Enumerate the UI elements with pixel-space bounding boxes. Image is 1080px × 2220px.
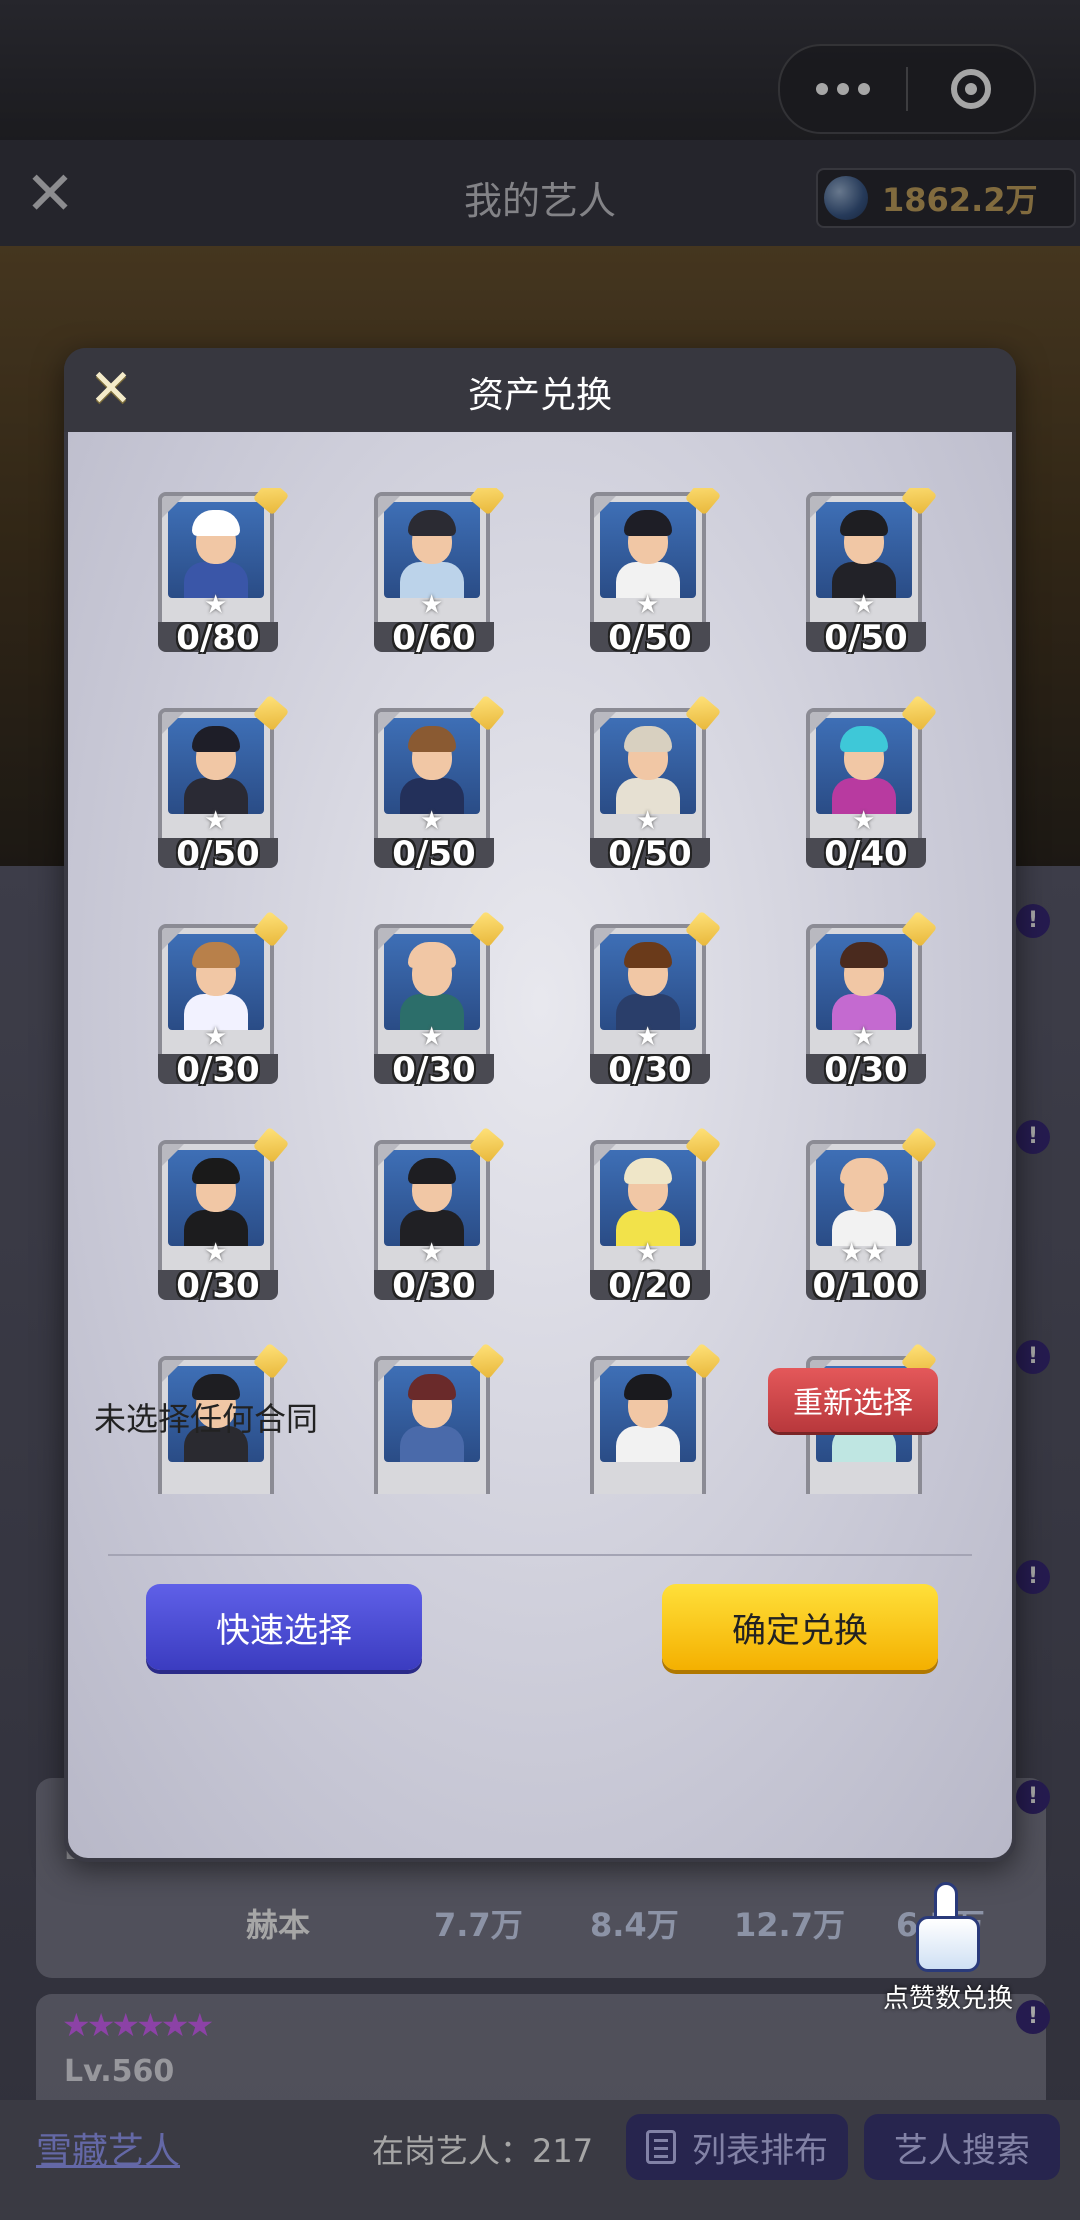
divider	[108, 1554, 972, 1556]
card-frame: ★	[806, 492, 922, 638]
star-icon: ★	[420, 1238, 444, 1268]
contract-count: 0/30	[392, 1266, 476, 1306]
thumbs-up-icon	[906, 1882, 990, 1972]
contract-card[interactable]: ★ 0/30	[802, 910, 938, 1090]
confirm-exchange-button[interactable]: 确定兑换	[662, 1584, 938, 1670]
card-frame: ★	[806, 708, 922, 854]
card-frame: ★	[806, 924, 922, 1070]
like-exchange-button[interactable]: 点赞数兑换	[876, 1882, 1020, 2018]
card-frame: ★★	[806, 1140, 922, 1286]
star-icon: ★	[636, 1238, 660, 1268]
star-icon: ★	[636, 1022, 660, 1052]
star-icon: ★	[420, 590, 444, 620]
card-frame: ★	[158, 924, 274, 1070]
card-frame: ★	[590, 492, 706, 638]
star-icon: ★	[636, 590, 660, 620]
contract-count: 0/30	[824, 1050, 908, 1090]
contract-card[interactable]: ★ 0/30	[586, 910, 722, 1090]
contract-card[interactable]: ★ 0/30	[154, 910, 290, 1090]
contract-card[interactable]	[370, 1342, 506, 1494]
contract-card[interactable]: ★★ 0/100	[802, 1126, 938, 1306]
dialog-title: 资产兑换	[467, 375, 612, 416]
star-icon: ★	[420, 806, 444, 836]
contract-count: 0/50	[392, 834, 476, 874]
contract-card[interactable]: ★ 0/40	[802, 694, 938, 874]
contract-card[interactable]: ★ 0/30	[154, 1126, 290, 1306]
contract-count: 0/20	[608, 1266, 692, 1306]
contract-count: 0/30	[392, 1050, 476, 1090]
card-frame: ★	[158, 708, 274, 854]
contract-card[interactable]: ★ 0/30	[370, 1126, 506, 1306]
contract-card[interactable]	[586, 1342, 722, 1494]
star-icon: ★★	[840, 1238, 887, 1268]
contract-card[interactable]: ★ 0/20	[586, 1126, 722, 1306]
star-icon: ★	[636, 806, 660, 836]
card-frame: ★	[374, 708, 490, 854]
contract-count: 0/40	[824, 834, 908, 874]
contract-card[interactable]: ★ 0/50	[802, 488, 938, 658]
contract-count: 0/50	[824, 618, 908, 658]
contract-card[interactable]: ★ 0/60	[370, 488, 506, 658]
contract-card[interactable]: ★ 0/50	[154, 694, 290, 874]
card-frame: ★	[158, 492, 274, 638]
reselect-button[interactable]: 重新选择	[768, 1368, 938, 1432]
contract-count: 0/30	[608, 1050, 692, 1090]
dialog-header: ✕ 资产兑换	[64, 348, 1016, 432]
star-icon: ★	[204, 806, 228, 836]
card-frame: ★	[374, 1140, 490, 1286]
star-icon: ★	[204, 1238, 228, 1268]
card-frame: ★	[158, 1140, 274, 1286]
card-frame: ★	[374, 492, 490, 638]
contract-card[interactable]: ★ 0/30	[370, 910, 506, 1090]
contract-count: 0/30	[176, 1266, 260, 1306]
card-frame	[590, 1356, 706, 1494]
contract-count: 0/50	[608, 618, 692, 658]
card-frame: ★	[590, 708, 706, 854]
star-icon: ★	[204, 1022, 228, 1052]
star-icon: ★	[204, 590, 228, 620]
contract-count: 0/30	[176, 1050, 260, 1090]
contract-count: 0/50	[608, 834, 692, 874]
contract-card[interactable]: ★ 0/50	[370, 694, 506, 874]
star-icon: ★	[852, 1022, 876, 1052]
contract-grid: ★ 0/80 ★ 0/60 ★ 0/50 ★ 0/50 ★ 0/50 ★ 0/50 ★ 0/50 ★ 0/40…	[154, 488, 954, 1494]
star-icon: ★	[852, 590, 876, 620]
card-frame: ★	[590, 924, 706, 1070]
contract-card[interactable]: ★ 0/50	[586, 488, 722, 658]
star-icon: ★	[852, 806, 876, 836]
contract-card[interactable]: ★ 0/80	[154, 488, 290, 658]
contract-card[interactable]: ★ 0/50	[586, 694, 722, 874]
contract-count: 0/60	[392, 618, 476, 658]
like-exchange-label: 点赞数兑换	[882, 1984, 1013, 2014]
card-frame: ★	[590, 1140, 706, 1286]
asset-exchange-dialog: ✕ 资产兑换 ★ 0/80 ★ 0/60 ★ 0/50 ★ 0/50 ★ 0/50 ★ 0/50 ★ 0/…	[64, 348, 1016, 1862]
contract-count: 0/80	[176, 618, 260, 658]
contract-count: 0/50	[176, 834, 260, 874]
star-icon: ★	[420, 1022, 444, 1052]
contract-count: 0/100	[812, 1266, 920, 1306]
quick-select-button[interactable]: 快速选择	[146, 1584, 422, 1670]
dialog-body: ★ 0/80 ★ 0/60 ★ 0/50 ★ 0/50 ★ 0/50 ★ 0/50 ★ 0/50 ★ 0/40…	[68, 432, 1012, 1858]
card-frame	[374, 1356, 490, 1494]
card-frame: ★	[374, 924, 490, 1070]
selection-status: 未选择任何合同	[94, 1400, 319, 1438]
